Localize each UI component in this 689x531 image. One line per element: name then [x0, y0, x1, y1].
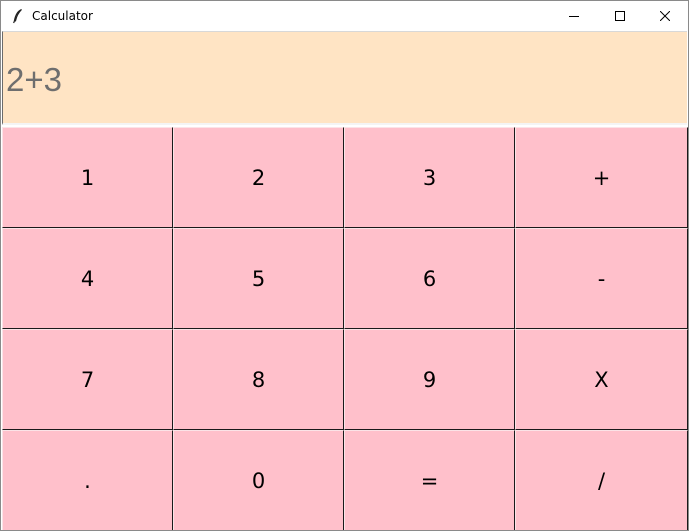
equals-button[interactable]: =: [344, 430, 515, 530]
key-4-button[interactable]: 4: [2, 228, 173, 329]
minimize-button[interactable]: [551, 1, 597, 31]
feather-icon: [10, 8, 26, 24]
multiply-button[interactable]: X: [515, 329, 688, 430]
display-text: 2+3: [6, 61, 62, 98]
maximize-button[interactable]: [597, 1, 643, 31]
key-9-button[interactable]: 9: [344, 329, 515, 430]
expression-display[interactable]: 2+3: [2, 31, 687, 125]
minimize-icon: [569, 16, 579, 17]
key-0-button[interactable]: 0: [173, 430, 344, 530]
key-2-button[interactable]: 2: [173, 127, 344, 228]
keypad: 1 2 3 + 4 5 6 - 7 8 9 X . 0 = /: [2, 127, 688, 530]
close-button[interactable]: [642, 1, 688, 31]
key-6-button[interactable]: 6: [344, 228, 515, 329]
minus-button[interactable]: -: [515, 228, 688, 329]
key-1-button[interactable]: 1: [2, 127, 173, 228]
key-8-button[interactable]: 8: [173, 329, 344, 430]
title-bar[interactable]: Calculator: [1, 1, 688, 31]
maximize-icon: [615, 11, 625, 21]
plus-button[interactable]: +: [515, 127, 688, 228]
window-title: Calculator: [32, 9, 93, 23]
calculator-window: Calculator 2+3 1 2 3 + 4 5 6 - 7 8 9 X .…: [0, 0, 689, 531]
key-7-button[interactable]: 7: [2, 329, 173, 430]
divide-button[interactable]: /: [515, 430, 688, 530]
decimal-point-button[interactable]: .: [2, 430, 173, 530]
key-3-button[interactable]: 3: [344, 127, 515, 228]
close-icon: [660, 11, 670, 21]
key-5-button[interactable]: 5: [173, 228, 344, 329]
